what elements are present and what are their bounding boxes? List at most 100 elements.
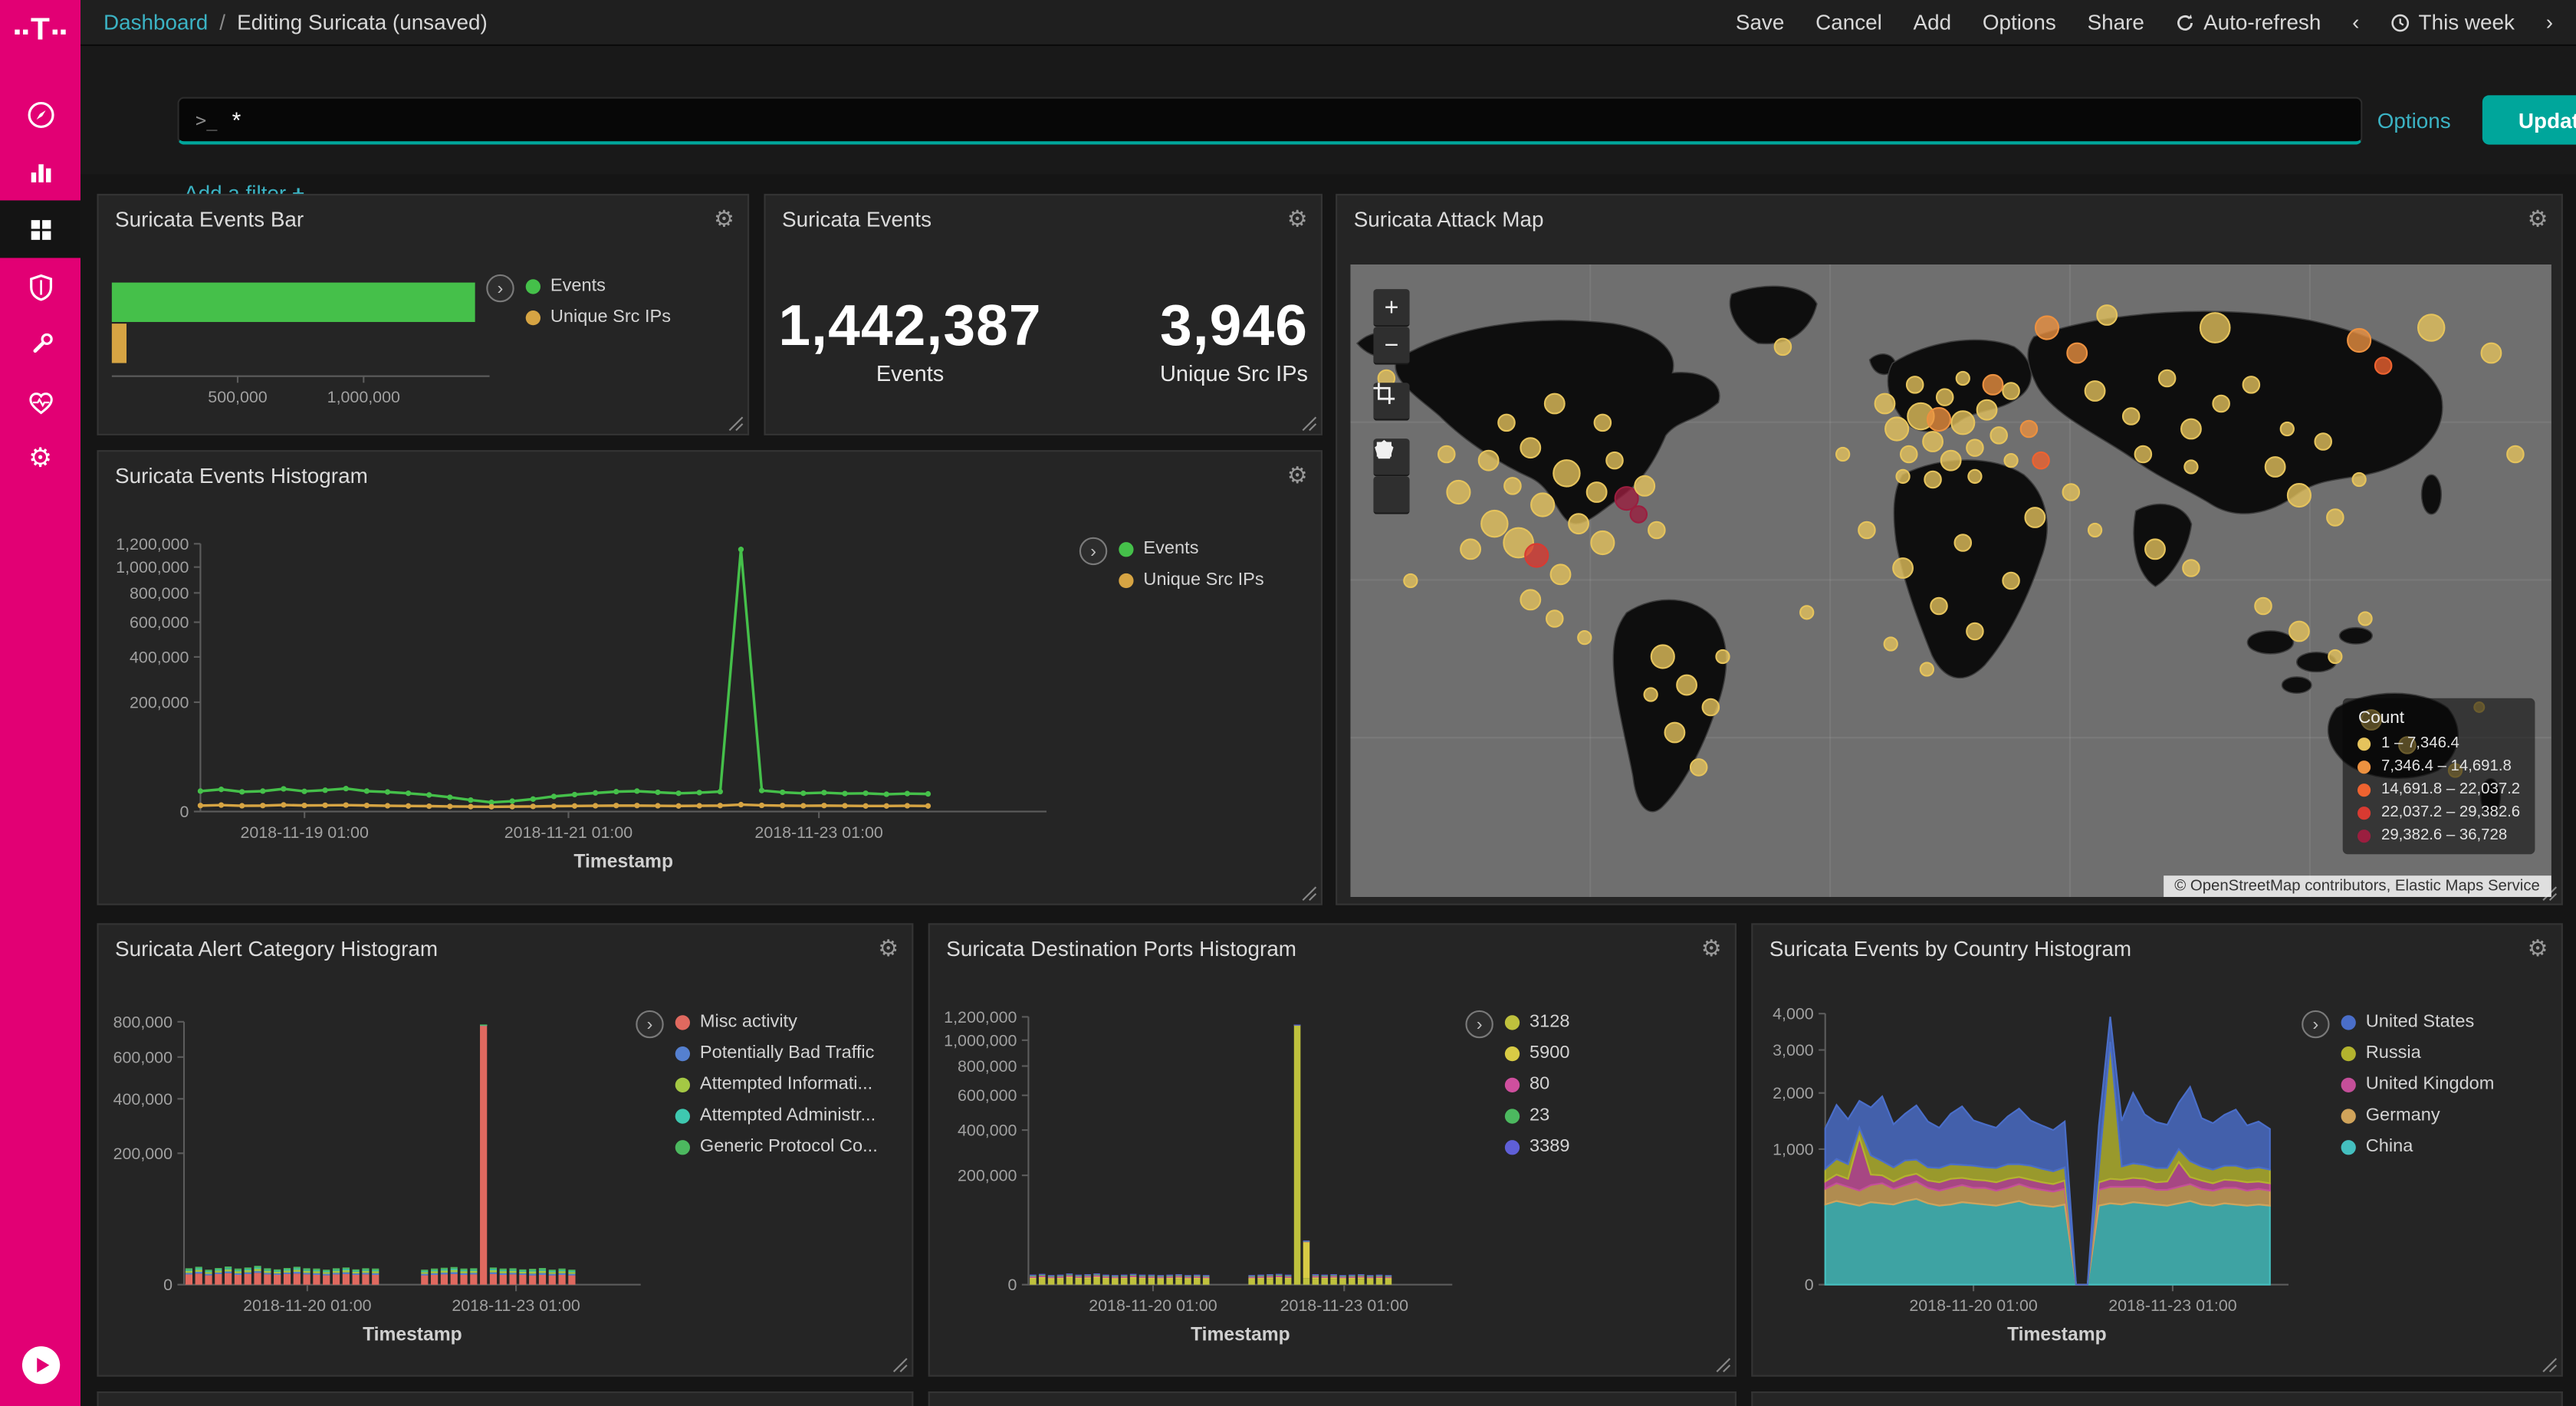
dashboard-icon	[25, 215, 55, 245]
bar-chart-icon	[25, 157, 55, 187]
legend-item[interactable]: Generic Protocol Co...	[675, 1137, 878, 1157]
breadcrumb-current: Editing Suricata (unsaved)	[237, 10, 488, 34]
resize-handle-icon[interactable]	[2542, 1357, 2558, 1373]
legend-item[interactable]: 5900	[1505, 1043, 1570, 1063]
heartbeat-icon	[25, 387, 55, 417]
time-next-button[interactable]: ›	[2546, 10, 2553, 34]
sidebar-item-monitoring[interactable]	[0, 373, 80, 430]
svg-text:Timestamp: Timestamp	[573, 851, 673, 872]
legend-item[interactable]: 80	[1505, 1074, 1570, 1094]
wrench-icon	[25, 330, 55, 360]
svg-text:2018-11-20 01:00: 2018-11-20 01:00	[243, 1296, 372, 1315]
breadcrumb-dashboard-link[interactable]: Dashboard	[104, 10, 208, 34]
legend-toggle-icon[interactable]	[1465, 1010, 1493, 1038]
attack-map[interactable]: + − Count 1 – 7,346.47,346.4 – 14,691.81…	[1350, 264, 2551, 897]
console-prompt-icon: >_	[196, 110, 217, 131]
crop-tool-button[interactable]	[1373, 383, 1409, 420]
time-prev-button[interactable]: ‹	[2352, 10, 2359, 34]
map-legend-dot	[2358, 737, 2371, 750]
legend-item[interactable]: Events	[1119, 539, 1263, 559]
panel-options-gear-icon[interactable]	[875, 931, 902, 966]
rectangle-icon	[1373, 439, 1395, 460]
legend-item[interactable]: Unique Src IPs	[1119, 570, 1263, 590]
panel-title: Suricata Events by Country Histogram	[1769, 936, 2131, 961]
legend-item[interactable]: 3128	[1505, 1012, 1570, 1032]
cancel-button[interactable]: Cancel	[1815, 10, 1882, 34]
gear-icon: ⚙	[28, 446, 52, 472]
legend-item[interactable]: United Kingdom	[2341, 1074, 2495, 1094]
sidebar-item-visualize[interactable]	[0, 143, 80, 200]
legend-item[interactable]: Misc activity	[675, 1012, 878, 1032]
legend-item[interactable]: Russia	[2341, 1043, 2495, 1063]
legend-dot	[2341, 1046, 2356, 1060]
panel-options-gear-icon[interactable]	[1284, 202, 1311, 237]
resize-handle-icon[interactable]	[1715, 1357, 1731, 1373]
panel-options-gear-icon[interactable]	[1284, 458, 1311, 493]
panel-options-gear-icon[interactable]	[711, 202, 738, 237]
resize-handle-icon[interactable]	[1301, 885, 1317, 902]
sidebar-item-security[interactable]	[0, 258, 80, 315]
app-sidebar: T ⚙	[0, 0, 80, 1406]
legend-item[interactable]: United States	[2341, 1012, 2495, 1032]
compass-icon	[25, 100, 55, 130]
legend-toggle-icon[interactable]	[1079, 537, 1107, 565]
legend-item[interactable]: Unique Src IPs	[526, 307, 671, 327]
svg-text:200,000: 200,000	[958, 1167, 1017, 1185]
sidebar-item-management[interactable]: ⚙	[0, 430, 80, 488]
resize-handle-icon[interactable]	[728, 416, 744, 432]
share-button[interactable]: Share	[2088, 10, 2144, 34]
panel-suricata-alert-category-histogram: Suricata Alert Category Histogram 800,00…	[97, 923, 913, 1376]
legend-item[interactable]: China	[2341, 1137, 2495, 1157]
panel-partial	[97, 1391, 913, 1406]
save-button[interactable]: Save	[1736, 10, 1785, 34]
rectangle-tool-button[interactable]	[1373, 476, 1409, 514]
map-legend-row: 14,691.8 – 22,037.2	[2358, 780, 2520, 799]
auto-refresh-button[interactable]: Auto-refresh	[2176, 10, 2321, 34]
legend-item[interactable]: 3389	[1505, 1137, 1570, 1157]
update-button[interactable]: Update	[2482, 95, 2576, 144]
panel-options-gear-icon[interactable]	[1698, 931, 1725, 966]
legend-dot	[1505, 1046, 1520, 1060]
sidebar-collapse-button[interactable]	[0, 1335, 80, 1393]
query-options-link[interactable]: Options	[2377, 108, 2451, 133]
play-icon	[19, 1343, 62, 1386]
legend-dot	[2341, 1077, 2356, 1092]
map-fit-control	[1373, 383, 1409, 420]
svg-text:400,000: 400,000	[130, 648, 189, 666]
legend-dot	[675, 1014, 690, 1029]
svg-text:2018-11-23 01:00: 2018-11-23 01:00	[754, 823, 883, 842]
sidebar-item-discover[interactable]	[0, 85, 80, 143]
legend-dot	[1119, 573, 1133, 587]
legend-toggle-icon[interactable]	[636, 1010, 663, 1038]
search-query-input[interactable]: >_ *	[177, 97, 2362, 144]
zoom-out-button[interactable]: −	[1373, 327, 1409, 364]
resize-handle-icon[interactable]	[1301, 416, 1317, 432]
legend-toggle-icon[interactable]	[2302, 1010, 2329, 1038]
panel-title: Suricata Events	[782, 207, 932, 232]
panel-title: Suricata Events Histogram	[115, 463, 368, 488]
panel-options-gear-icon[interactable]	[2524, 931, 2551, 966]
legend-item[interactable]: 23	[1505, 1105, 1570, 1125]
legend-item[interactable]: Attempted Administr...	[675, 1105, 878, 1125]
map-zoom-controls: + −	[1373, 289, 1409, 365]
svg-text:2018-11-21 01:00: 2018-11-21 01:00	[504, 823, 633, 842]
legend-dot	[1505, 1014, 1520, 1029]
topbar-actions: Save Cancel Add Options Share Auto-refre…	[1736, 10, 2553, 34]
sidebar-item-dashboard[interactable]	[0, 200, 80, 258]
resize-handle-icon[interactable]	[892, 1357, 909, 1373]
panel-options-gear-icon[interactable]	[2524, 202, 2551, 237]
time-range-button[interactable]: This week	[2390, 10, 2515, 34]
legend-item[interactable]: Potentially Bad Traffic	[675, 1043, 878, 1063]
legend-item[interactable]: Events	[526, 276, 671, 296]
legend-toggle-icon[interactable]	[486, 274, 514, 302]
legend-item[interactable]: Attempted Informati...	[675, 1074, 878, 1094]
zoom-in-button[interactable]: +	[1373, 289, 1409, 327]
add-button[interactable]: Add	[1914, 10, 1952, 34]
destination-ports-chart: 1,200,0001,000,000800,000600,000400,0002…	[930, 971, 1738, 1378]
legend-item[interactable]: Germany	[2341, 1105, 2495, 1125]
chart-legend: Events Unique Src IPs	[1079, 537, 1264, 590]
panel-suricata-events-bar: Suricata Events Bar 500,0001,000,000 Eve…	[97, 194, 749, 435]
sidebar-item-devtools[interactable]	[0, 315, 80, 373]
panel-partial	[1751, 1391, 2563, 1406]
options-button[interactable]: Options	[1983, 10, 2056, 34]
